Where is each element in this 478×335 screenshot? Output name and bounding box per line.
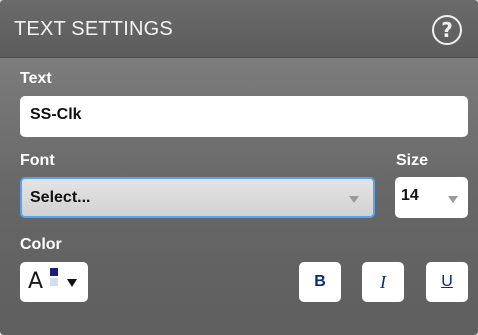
foreground-swatch bbox=[50, 268, 58, 276]
color-picker-button[interactable]: A bbox=[20, 262, 88, 302]
text-input-value: SS-Clk bbox=[30, 106, 82, 123]
underline-button[interactable]: U bbox=[426, 262, 468, 302]
font-label: Font bbox=[20, 152, 55, 169]
chevron-down-icon bbox=[448, 196, 458, 203]
font-select[interactable]: Select... bbox=[20, 177, 375, 218]
size-select[interactable]: 14 bbox=[395, 177, 468, 218]
help-icon[interactable]: ? bbox=[432, 15, 462, 45]
text-label: Text bbox=[20, 70, 52, 87]
chevron-down-icon bbox=[349, 196, 359, 203]
text-color-icon: A bbox=[28, 269, 44, 294]
bold-button[interactable]: B bbox=[299, 262, 341, 302]
italic-button[interactable]: I bbox=[362, 262, 404, 302]
size-select-value: 14 bbox=[401, 187, 419, 204]
text-input[interactable]: SS-Clk bbox=[20, 96, 468, 137]
dialog-title: TEXT SETTINGS bbox=[14, 18, 173, 40]
text-settings-dialog: TEXT SETTINGS ? Text SS-Clk Font Select.… bbox=[0, 0, 478, 335]
dialog-titlebar: TEXT SETTINGS ? bbox=[0, 0, 478, 58]
font-select-value: Select... bbox=[30, 189, 91, 206]
color-label: Color bbox=[20, 236, 62, 253]
dropdown-arrow-icon bbox=[67, 279, 77, 287]
background-swatch bbox=[50, 278, 58, 286]
size-label: Size bbox=[396, 152, 429, 169]
